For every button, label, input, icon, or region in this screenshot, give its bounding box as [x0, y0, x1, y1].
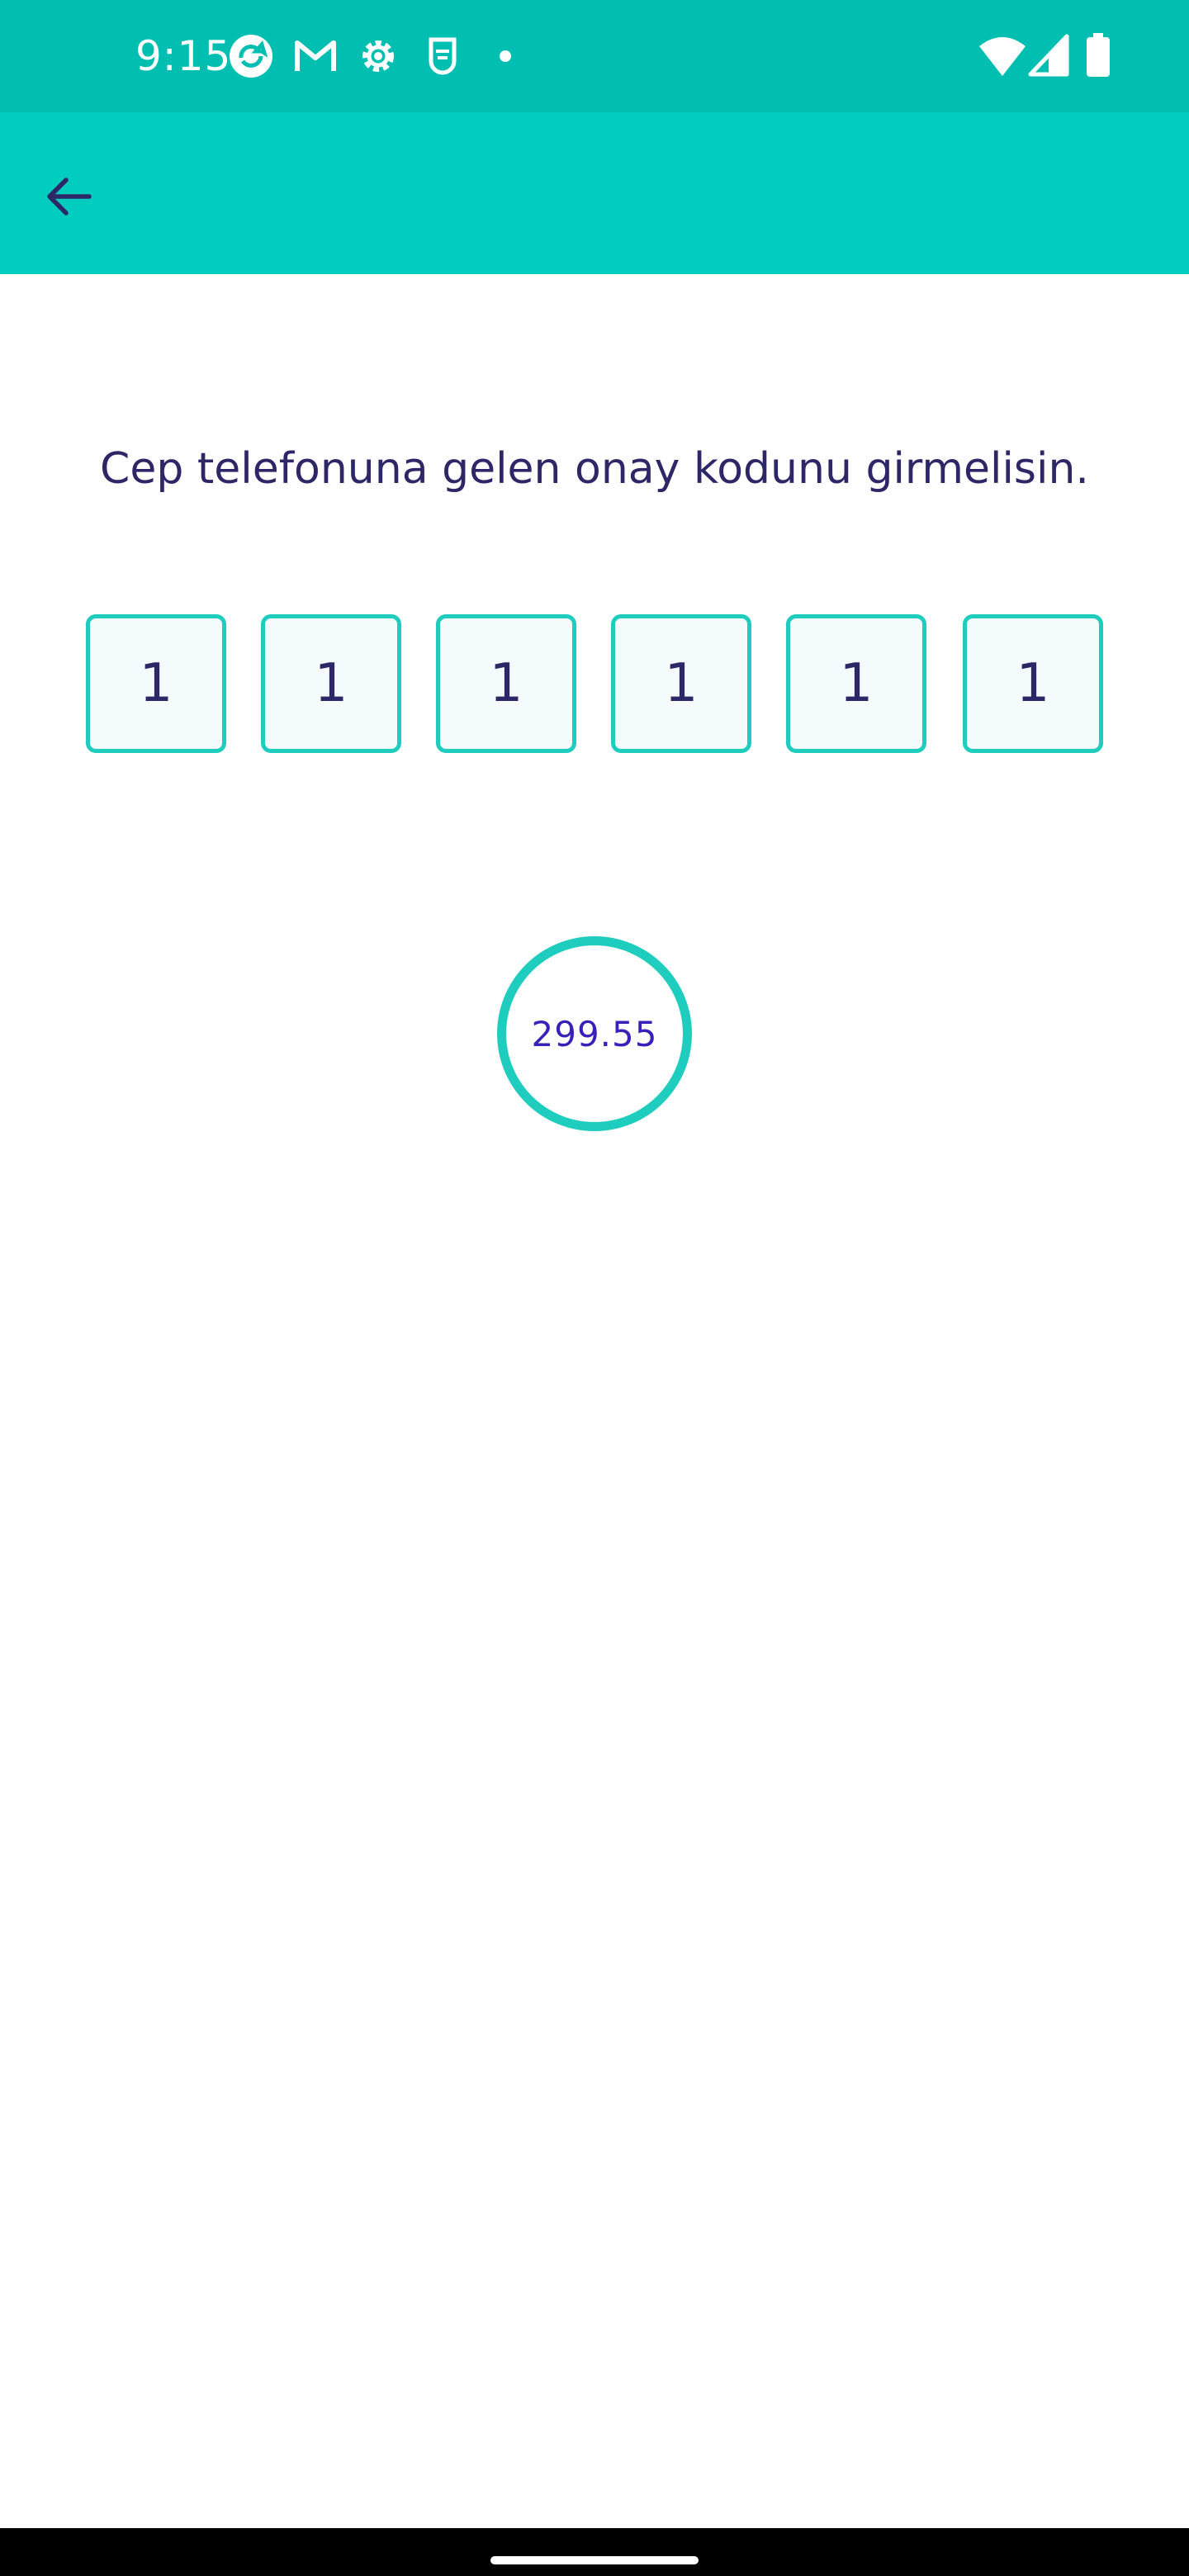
- settings-icon: [355, 33, 401, 79]
- battery-icon: [1085, 33, 1111, 79]
- code-digit-input-3[interactable]: 1: [436, 614, 576, 753]
- instruction-text: Cep telefonuna gelen onay kodunu girmeli…: [100, 444, 1089, 494]
- shield-app-icon: [419, 33, 466, 79]
- code-digit-input-4[interactable]: 1: [611, 614, 751, 753]
- cellular-signal-icon: [1027, 33, 1070, 79]
- code-digit-input-1[interactable]: 1: [86, 614, 226, 753]
- sync-app-icon: [228, 33, 274, 79]
- app-bar: [0, 112, 1189, 274]
- dot-icon: [490, 33, 537, 79]
- navigation-bar: [0, 2528, 1189, 2576]
- back-button[interactable]: [33, 163, 102, 233]
- code-digit-input-6[interactable]: 1: [963, 614, 1103, 753]
- gmail-icon: [292, 33, 339, 79]
- countdown-timer: 299.55: [497, 936, 692, 1131]
- countdown-value: 299.55: [531, 1013, 658, 1054]
- status-time: 9:15: [135, 32, 232, 80]
- status-bar: 9:15: [0, 0, 1189, 112]
- code-input-row: 1 1 1 1 1 1: [86, 614, 1103, 753]
- wifi-icon: [978, 33, 1027, 79]
- code-digit-input-2[interactable]: 1: [261, 614, 401, 753]
- home-gesture-handle[interactable]: [490, 2556, 699, 2564]
- arrow-back-icon: [41, 170, 94, 227]
- code-digit-input-5[interactable]: 1: [786, 614, 926, 753]
